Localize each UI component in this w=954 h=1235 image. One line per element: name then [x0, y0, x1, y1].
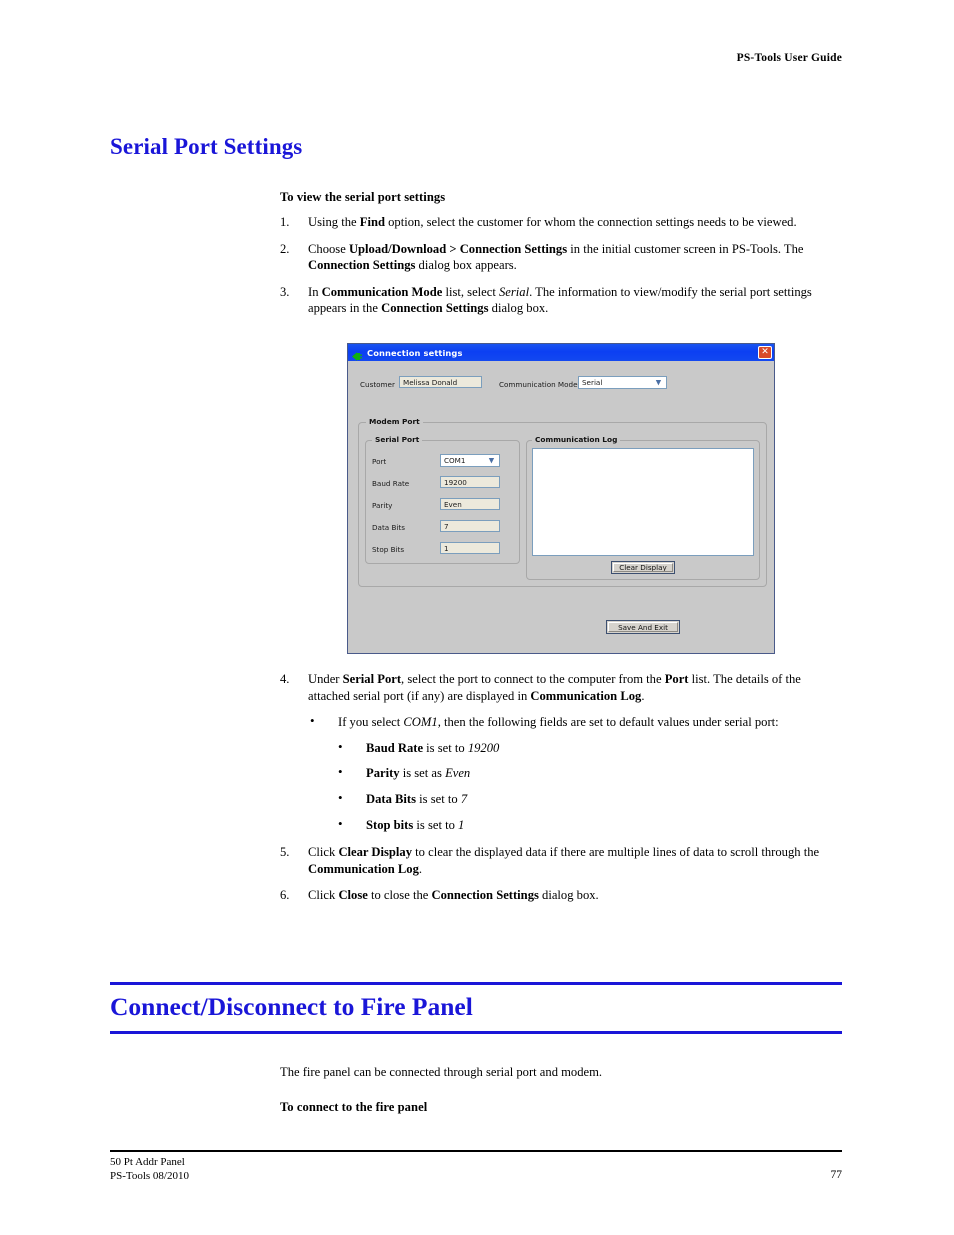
customer-field[interactable]: Melissa Donald	[399, 376, 482, 388]
list-marker: 1.	[280, 215, 290, 229]
steps-list-lower: 4. Under Serial Port, select the port to…	[280, 671, 842, 904]
list-marker: 6.	[280, 888, 290, 903]
port-value: COM1	[444, 456, 466, 465]
communication-log-textarea[interactable]	[532, 448, 754, 556]
bullet-marker: •	[338, 764, 343, 780]
bullet-item-com1: • If you select COM1, then the following…	[280, 713, 842, 731]
close-icon[interactable]: ✕	[758, 345, 772, 359]
communication-mode-select[interactable]: Serial ▼	[578, 376, 667, 389]
bullet-item-parity: • Parity is set as Even	[280, 764, 842, 782]
list-item-text: Click Close to close the Connection Sett…	[308, 888, 599, 903]
communication-log-group-label: Communication Log	[532, 435, 621, 444]
baud-rate-field[interactable]: 19200	[440, 476, 500, 488]
bullet-item-data-bits: • Data Bits is set to 7	[280, 789, 842, 808]
communication-mode-label: Communication Mode	[499, 380, 578, 389]
customer-label: Customer	[360, 380, 395, 389]
chevron-down-icon[interactable]: ▼	[653, 377, 664, 388]
bullet-text: Baud Rate is set to 19200	[366, 740, 500, 755]
field-label-parity: Parity	[372, 501, 393, 510]
list-item-text: In Communication Mode list, select Seria…	[308, 284, 812, 316]
save-and-exit-button[interactable]: Save And Exit	[606, 620, 680, 634]
clear-display-button[interactable]: Clear Display	[611, 561, 675, 574]
bullet-marker: •	[310, 713, 315, 729]
steps-list-upper: 1. Using the Find option, select the cus…	[280, 214, 842, 317]
dialog-title: Connection settings	[367, 347, 463, 358]
running-head: PS-Tools User Guide	[736, 52, 842, 64]
list-marker: 5.	[280, 845, 290, 860]
field-label-data-bits: Data Bits	[372, 523, 405, 532]
field-label-stop-bits: Stop Bits	[372, 545, 405, 554]
bullet-marker: •	[338, 789, 343, 805]
list-item-step-3: 3. In Communication Mode list, select Se…	[280, 284, 842, 317]
serial-port-group-label: Serial Port	[372, 435, 423, 444]
data-bits-field[interactable]: 7	[440, 520, 500, 532]
dialog-body: Customer Melissa Donald Communication Mo…	[348, 361, 774, 654]
procedure-heading-view-serial: To view the serial port settings	[280, 190, 446, 204]
field-label-port: Port	[372, 457, 387, 466]
plug-connect-icon	[351, 347, 363, 361]
modem-port-group-label: Modem Port	[366, 417, 423, 426]
list-item-text: Click Clear Display to clear the display…	[308, 845, 820, 876]
list-item-step-2: 2. Choose Upload/Download > Connection S…	[280, 241, 842, 274]
bullet-text: Data Bits is set to 7	[366, 791, 468, 806]
list-item-text: Under Serial Port, select the port to co…	[308, 672, 801, 703]
list-marker: 4.	[280, 672, 290, 686]
footer-rule	[110, 1150, 842, 1152]
bullet-text: Stop bits is set to 1	[366, 817, 465, 832]
bullet-item-stop-bits: • Stop bits is set to 1	[280, 815, 842, 834]
list-marker: 2.	[280, 241, 290, 256]
footer-line-1: 50 Pt Addr Panel	[110, 1156, 185, 1168]
list-item-step-4: 4. Under Serial Port, select the port to…	[280, 671, 842, 704]
bullet-marker: •	[338, 815, 343, 831]
section-heading-text: Connect/Disconnect to Fire Panel	[110, 992, 473, 1021]
list-item-step-5: 5. Click Clear Display to clear the disp…	[280, 844, 842, 877]
procedure-heading-connect: To connect to the fire panel	[280, 1100, 428, 1114]
list-marker: 3.	[280, 284, 290, 299]
bullet-text: Parity is set as Even	[366, 766, 471, 781]
dialog-titlebar[interactable]: Connection settings ✕	[348, 344, 774, 361]
list-item-text: Using the Find option, select the custom…	[308, 215, 797, 229]
list-item-text: Choose Upload/Download > Connection Sett…	[308, 241, 804, 273]
bullet-item-baud-rate: • Baud Rate is set to 19200	[280, 738, 842, 757]
port-select[interactable]: COM1 ▼	[440, 454, 500, 467]
heading-rule-bottom	[110, 1030, 842, 1034]
connection-settings-dialog[interactable]: Connection settings ✕ Customer Melissa D…	[347, 343, 775, 654]
communication-mode-value: Serial	[582, 378, 603, 387]
chevron-down-icon[interactable]: ▼	[486, 455, 497, 466]
section2-intro-paragraph: The fire panel can be connected through …	[280, 1065, 603, 1079]
page-number: 77	[830, 1169, 843, 1181]
bullet-text: If you select COM1, then the following f…	[338, 715, 779, 730]
list-item-step-6: 6. Click Close to close the Connection S…	[280, 887, 842, 904]
bullet-marker: •	[338, 738, 343, 754]
stop-bits-field[interactable]: 1	[440, 542, 500, 554]
list-item-step-1: 1. Using the Find option, select the cus…	[280, 214, 842, 231]
section-heading-connect-disconnect: Connect/Disconnect to Fire Panel	[110, 982, 842, 1034]
field-label-baud-rate: Baud Rate	[372, 479, 410, 488]
parity-field[interactable]: Even	[440, 498, 500, 510]
page-title: Serial Port Settings	[110, 134, 303, 159]
